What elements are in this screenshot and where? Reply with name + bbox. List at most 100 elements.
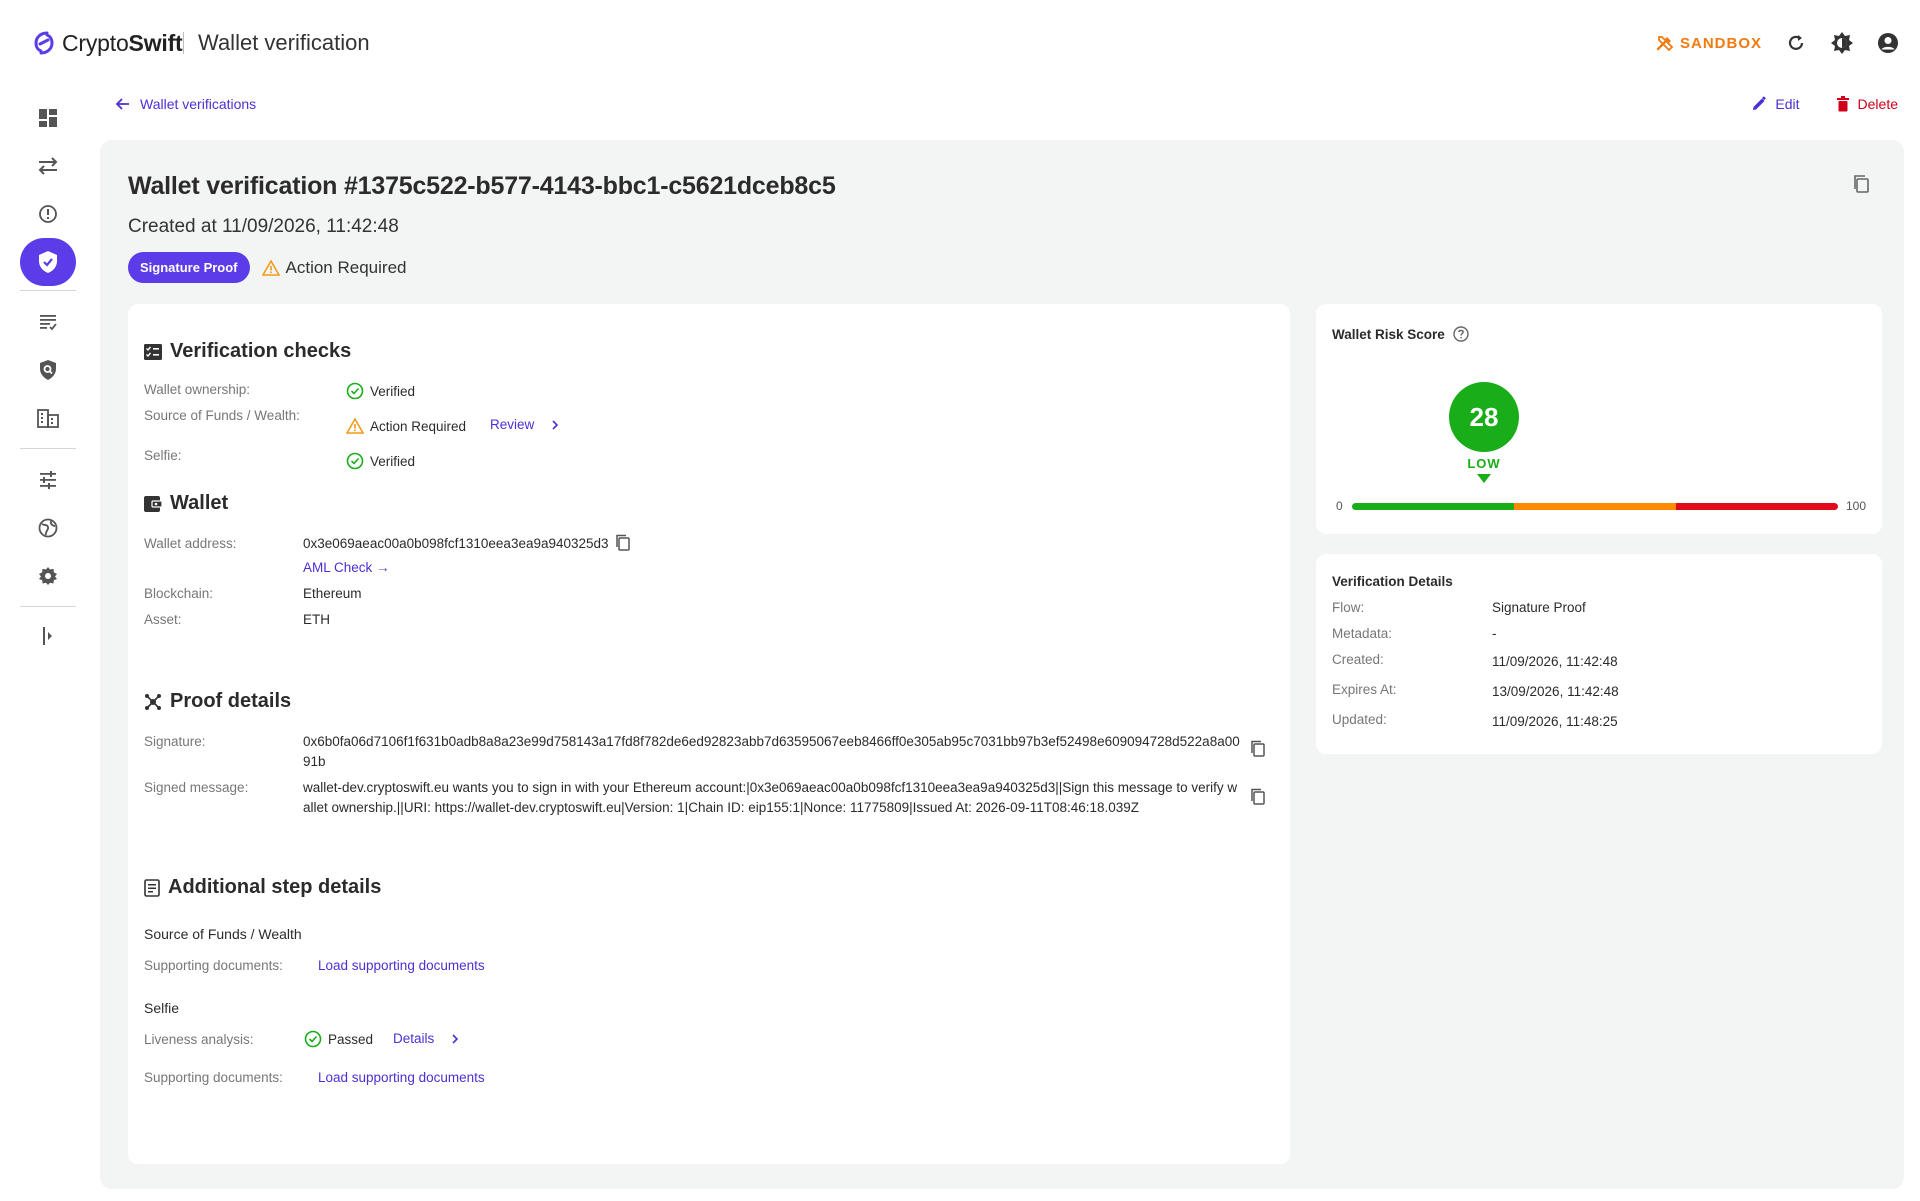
alerts-icon[interactable] — [28, 194, 68, 234]
chevron-right-icon — [452, 1033, 459, 1044]
brand[interactable]: CryptoSwift — [30, 26, 183, 60]
wallet-ownership-status: Verified — [346, 382, 415, 400]
back-to-wallet-verifications-link[interactable]: Wallet verifications — [116, 96, 256, 112]
expires-at-value: 13/09/2026, 11:42:48 — [1492, 684, 1619, 699]
page-name: Wallet verification — [198, 30, 370, 55]
wallet-icon — [144, 495, 162, 512]
edit-label: Edit — [1775, 96, 1800, 112]
delete-button[interactable]: Delete — [1836, 96, 1898, 112]
scale-high-segment — [1675, 503, 1838, 510]
source-of-funds-status: Action Required — [346, 418, 466, 434]
sidebar-divider — [20, 290, 76, 291]
account-icon[interactable] — [1876, 31, 1900, 55]
verification-details-heading: Verification Details — [1332, 574, 1453, 589]
risk-score-card: Wallet Risk Score 28 LOW 0 100 — [1316, 304, 1882, 534]
risk-scale-bar — [1352, 503, 1838, 510]
delete-label: Delete — [1857, 96, 1898, 112]
metadata-value: - — [1492, 626, 1497, 641]
collapse-sidebar-icon[interactable] — [28, 616, 68, 656]
signature-value: 0x6b0fa06d7106f1f631b0adb8a8a23e99d75814… — [303, 734, 1240, 769]
sidebar-divider — [20, 448, 76, 449]
asset-value: ETH — [303, 612, 330, 627]
refresh-icon[interactable] — [1784, 31, 1808, 55]
selfie-status: Verified — [346, 452, 415, 470]
document-icon — [144, 878, 160, 897]
scale-max: 100 — [1846, 499, 1867, 513]
proof-details-heading: Proof details — [144, 690, 291, 713]
updated-value: 11/09/2026, 11:48:25 — [1492, 714, 1618, 729]
check-circle-icon — [346, 382, 364, 400]
sidebar-divider — [20, 606, 76, 607]
tools-icon — [1656, 36, 1674, 52]
page-title: Wallet verification #1375c522-b577-4143-… — [128, 172, 836, 200]
copy-icon[interactable] — [1250, 740, 1266, 763]
edit-button[interactable]: Edit — [1751, 96, 1800, 112]
created-label: Created: — [1332, 652, 1384, 667]
warning-icon — [261, 259, 280, 276]
brand-divider — [183, 32, 184, 54]
load-supporting-documents-link[interactable]: Load supporting documents — [318, 958, 485, 973]
risk-score-heading: Wallet Risk Score — [1332, 326, 1469, 342]
risk-indicator-icon — [1477, 474, 1491, 483]
reports-icon[interactable] — [28, 302, 68, 342]
chevron-right-icon — [552, 419, 559, 430]
additional-step-details-heading: Additional step details — [144, 876, 381, 899]
screening-icon[interactable] — [28, 350, 68, 390]
wallet-address-label: Wallet address: — [144, 536, 237, 551]
signature-label: Signature: — [144, 734, 206, 749]
help-icon[interactable] — [1453, 326, 1469, 342]
created-value: 11/09/2026, 11:42:48 — [1492, 654, 1618, 669]
checklist-icon — [144, 343, 162, 360]
liveness-details-link[interactable]: Details — [393, 1031, 460, 1046]
scale-low-segment — [1352, 503, 1514, 510]
blockchain-value: Ethereum — [303, 586, 362, 601]
rules-icon[interactable] — [28, 460, 68, 500]
supporting-documents-label: Supporting documents: — [144, 1070, 283, 1085]
main-content: Wallet verification #1375c522-b577-4143-… — [100, 140, 1904, 1189]
cryptoswift-logo-icon — [34, 31, 54, 55]
organization-icon[interactable] — [28, 398, 68, 438]
review-link[interactable]: Review — [490, 417, 560, 432]
source-of-funds-label: Source of Funds / Wealth: — [144, 408, 300, 423]
copy-icon[interactable] — [1852, 174, 1870, 199]
copy-icon[interactable] — [615, 534, 631, 552]
flow-label: Flow: — [1332, 600, 1365, 615]
signed-message-value: wallet-dev.cryptoswift.eu wants you to s… — [303, 780, 1238, 815]
back-link-label: Wallet verifications — [140, 96, 257, 112]
transactions-icon[interactable] — [28, 146, 68, 186]
scale-medium-segment — [1513, 503, 1676, 510]
pencil-icon — [1753, 96, 1767, 110]
theme-icon[interactable] — [1830, 31, 1854, 55]
wallet-verification-icon[interactable] — [20, 238, 76, 286]
blockchain-label: Blockchain: — [144, 586, 214, 601]
scale-min: 0 — [1336, 499, 1343, 513]
load-supporting-documents-link[interactable]: Load supporting documents — [318, 1070, 485, 1085]
liveness-analysis-label: Liveness analysis: — [144, 1032, 254, 1047]
status-badge: Action Required — [261, 258, 406, 278]
sandbox-badge[interactable]: SANDBOX — [1656, 34, 1762, 52]
dashboard-icon[interactable] — [28, 98, 68, 138]
updated-label: Updated: — [1332, 712, 1387, 727]
wallet-heading: Wallet — [144, 492, 228, 515]
top-bar: CryptoSwift Wallet verification SANDBOX — [0, 0, 1920, 84]
metadata-label: Metadata: — [1332, 626, 1393, 641]
risk-score-value: 28 — [1449, 382, 1519, 452]
aml-check-link[interactable]: AML Check → — [303, 560, 390, 575]
trash-icon — [1836, 96, 1849, 112]
supporting-documents-label: Supporting documents: — [144, 958, 283, 973]
verification-checks-heading: Verification checks — [144, 340, 351, 363]
selfie-label: Selfie: — [144, 448, 182, 463]
settings-icon[interactable] — [28, 556, 68, 596]
copy-icon[interactable] — [1250, 788, 1266, 811]
source-of-funds-subheading: Source of Funds / Wealth — [144, 926, 302, 942]
wallet-address-value: 0x3e069aeac00a0b098fcf1310eea3ea9a940325… — [303, 534, 631, 552]
selfie-subheading: Selfie — [144, 1000, 180, 1016]
liveness-status: Passed — [304, 1030, 373, 1048]
flow-value: Signature Proof — [1492, 600, 1586, 615]
asset-label: Asset: — [144, 612, 182, 627]
check-circle-icon — [304, 1030, 322, 1048]
expires-at-label: Expires At: — [1332, 682, 1397, 697]
brand-name: CryptoSwift — [62, 29, 183, 56]
network-icon — [145, 693, 161, 710]
integrations-icon[interactable] — [28, 508, 68, 548]
